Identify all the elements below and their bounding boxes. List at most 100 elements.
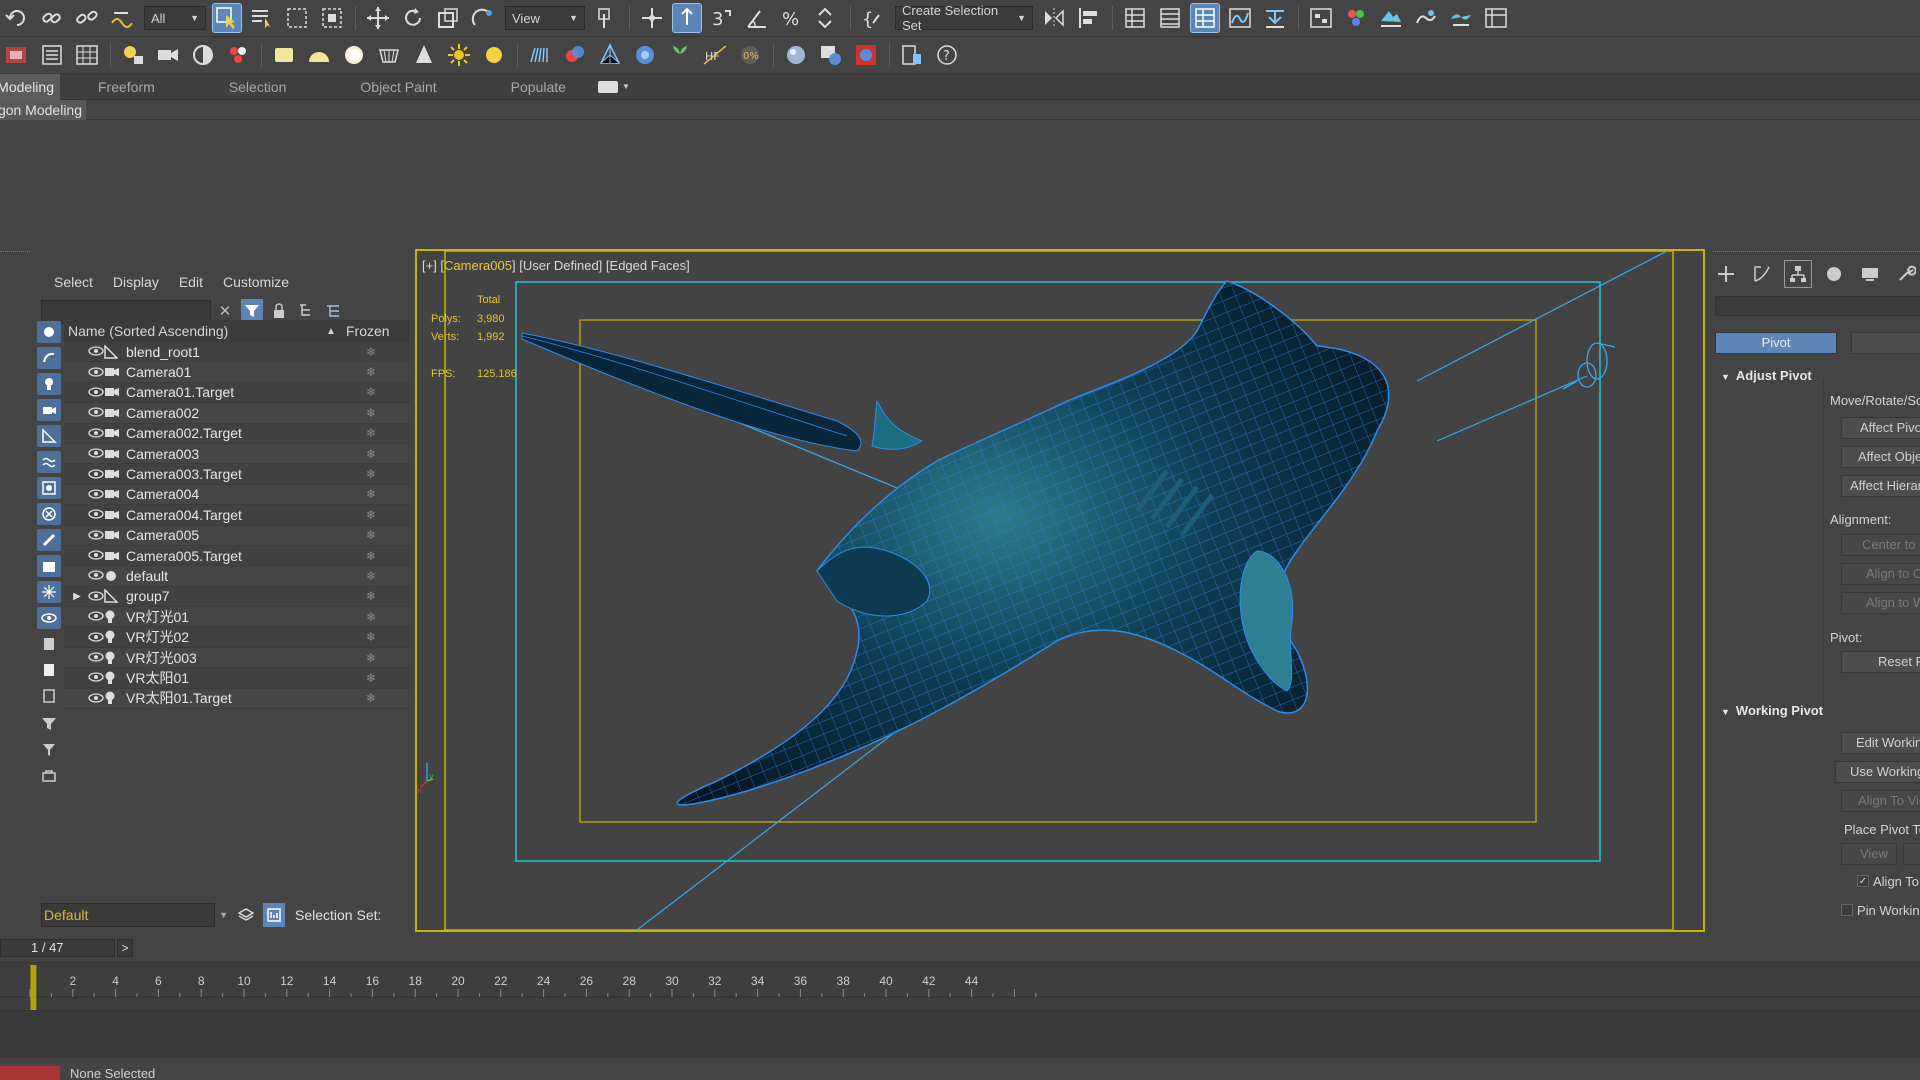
visibility-eye-icon[interactable] (88, 344, 104, 359)
display-cameras-icon[interactable] (37, 399, 61, 421)
menu-customize[interactable]: Customize (223, 274, 289, 290)
visibility-eye-icon[interactable] (88, 548, 104, 563)
display-bones-icon[interactable] (37, 529, 61, 551)
display-none-icon[interactable] (37, 659, 61, 681)
align-to-checkbox[interactable]: ✓ (1857, 875, 1869, 887)
affect-object-only-button[interactable]: Affect Object Only (1841, 446, 1920, 468)
explorer-row[interactable]: ▶ group7 ❄ (64, 586, 410, 608)
visibility-eye-icon[interactable] (88, 405, 104, 420)
edit-working-pivot-button[interactable]: Edit Working Pivot (1841, 732, 1920, 754)
move-icon[interactable] (364, 4, 392, 32)
column-frozen-header[interactable]: Frozen (346, 323, 390, 339)
snaps-toggle-icon[interactable]: 3 (708, 4, 736, 32)
object-name-field[interactable] (1715, 296, 1920, 316)
display-xrefs-icon[interactable] (37, 503, 61, 525)
working-pivot-rollout-header[interactable]: ▼ Working Pivot (1713, 700, 1920, 722)
rendered-frame-window-icon[interactable] (1412, 4, 1440, 32)
vray-proxy-icon[interactable] (596, 41, 624, 69)
visibility-eye-icon[interactable] (88, 609, 104, 624)
chevron-down-icon[interactable]: ▼ (622, 82, 630, 91)
rectangular-selection-icon[interactable] (283, 4, 311, 32)
selection-filter-dropdown[interactable]: All ▼ (144, 6, 206, 30)
help-icon[interactable]: ? (933, 41, 961, 69)
frozen-snowflake-icon[interactable]: ❄ (366, 671, 376, 685)
vray-frame-buffer-icon[interactable] (817, 41, 845, 69)
mirror-icon[interactable] (1040, 4, 1068, 32)
vray-plant-icon[interactable] (666, 41, 694, 69)
render-production-icon[interactable] (1447, 4, 1475, 32)
percent-snap-icon[interactable]: % (778, 4, 806, 32)
explorer-row[interactable]: Camera004.Target ❄ (64, 505, 410, 526)
explorer-row[interactable]: VR太阳01 ❄ (64, 668, 410, 689)
vray-material-sphere-icon[interactable] (782, 41, 810, 69)
align-to-world-button[interactable]: Align to World (1841, 592, 1920, 614)
explorer-row[interactable]: Camera01.Target ❄ (64, 382, 410, 404)
use-working-pivot-button[interactable]: Use Working Pivot (1835, 761, 1920, 783)
explorer-grip[interactable] (0, 251, 30, 254)
frozen-snowflake-icon[interactable]: ❄ (366, 651, 376, 665)
visibility-eye-icon[interactable] (88, 630, 104, 645)
vray-light-sphere-icon[interactable] (480, 41, 508, 69)
visibility-eye-icon[interactable] (88, 691, 104, 706)
explorer-row[interactable]: VR太阳01.Target ❄ (64, 688, 410, 710)
visibility-eye-icon[interactable] (88, 385, 104, 400)
affect-hierarchy-only-button[interactable]: Affect Hierarchy Only (1841, 475, 1920, 497)
window-crossing-icon[interactable] (318, 4, 346, 32)
select-object-icon[interactable] (212, 3, 242, 33)
tab-selection[interactable]: Selection (191, 74, 323, 100)
keyboard-shortcut-override-icon[interactable] (672, 3, 702, 33)
track-bar[interactable]: 2 4 6 8 10 12 14 16 18 20 22 24 26 28 30 32 34 36 38 40 42 44 (0, 962, 1920, 1031)
vray-hair-icon[interactable]: HF (701, 41, 729, 69)
vray-spot-icon[interactable] (410, 41, 438, 69)
menu-display[interactable]: Display (113, 274, 159, 290)
frozen-snowflake-icon[interactable]: ❄ (366, 345, 376, 359)
display-hidden-icon[interactable] (37, 607, 61, 629)
unlink-icon[interactable] (73, 4, 101, 32)
visibility-eye-icon[interactable] (88, 568, 104, 583)
visibility-eye-icon[interactable] (88, 507, 104, 522)
frame-indicator[interactable]: 1 / 47 (0, 939, 115, 957)
affect-pivot-only-button[interactable]: Affect Pivot Only (1841, 417, 1920, 439)
camera-tool-icon[interactable] (154, 41, 182, 69)
display-shapes-icon[interactable] (37, 347, 61, 369)
vray-displacement-icon[interactable] (631, 41, 659, 69)
frozen-snowflake-icon[interactable]: ❄ (366, 610, 376, 624)
vray-mesh-export-icon[interactable] (561, 41, 589, 69)
edit-named-selection-icon[interactable]: { (859, 4, 887, 32)
tab-modeling[interactable]: Modeling (0, 73, 60, 100)
explorer-folder-icon[interactable] (37, 765, 61, 787)
camera-gizmo[interactable] (1562, 342, 1616, 390)
tab-object-paint[interactable]: Object Paint (322, 74, 472, 100)
layer-explorer-icon[interactable] (1121, 4, 1149, 32)
reference-coordinate-dropdown[interactable]: View ▼ (505, 6, 585, 30)
time-slider[interactable]: 1 / 47 > (0, 939, 1920, 959)
place-pivot-surface-button[interactable] (1903, 843, 1920, 865)
hierarchy-mode-icon[interactable] (263, 903, 285, 927)
tab-populate[interactable]: Populate (473, 74, 602, 100)
filter-toggle-icon[interactable] (37, 739, 61, 761)
material-editor-icon[interactable] (1342, 4, 1370, 32)
vray-ies-icon[interactable] (375, 41, 403, 69)
explorer-row[interactable]: VR灯光01 ❄ (64, 607, 410, 628)
align-to-view-button[interactable]: Align To View (1841, 790, 1920, 812)
frozen-snowflake-icon[interactable]: ❄ (366, 385, 376, 399)
light-lister-icon[interactable] (119, 41, 147, 69)
frozen-snowflake-icon[interactable]: ❄ (366, 447, 376, 461)
visibility-eye-icon[interactable] (88, 467, 104, 482)
frozen-snowflake-icon[interactable]: ❄ (366, 589, 376, 603)
visibility-eye-icon[interactable] (88, 670, 104, 685)
frozen-snowflake-icon[interactable]: ❄ (366, 549, 376, 563)
display-lights-icon[interactable] (37, 373, 61, 395)
explorer-row[interactable]: VR灯光02 ❄ (64, 627, 410, 648)
next-frame-button[interactable]: > (117, 939, 133, 957)
visibility-eye-icon[interactable] (88, 589, 104, 604)
expand-arrow-icon[interactable]: ▶ (70, 591, 84, 602)
display-spacewarps-icon[interactable] (37, 451, 61, 473)
display-geometry-icon[interactable] (37, 321, 61, 343)
pivot-center-icon[interactable] (592, 4, 620, 32)
align-to-object-button[interactable]: Align to Object (1841, 563, 1920, 585)
manta-ray-model[interactable] (521, 280, 1390, 806)
vray-plane-icon[interactable] (270, 41, 298, 69)
frozen-snowflake-icon[interactable]: ❄ (366, 406, 376, 420)
explorer-row[interactable]: blend_root1 ❄ (64, 342, 410, 363)
